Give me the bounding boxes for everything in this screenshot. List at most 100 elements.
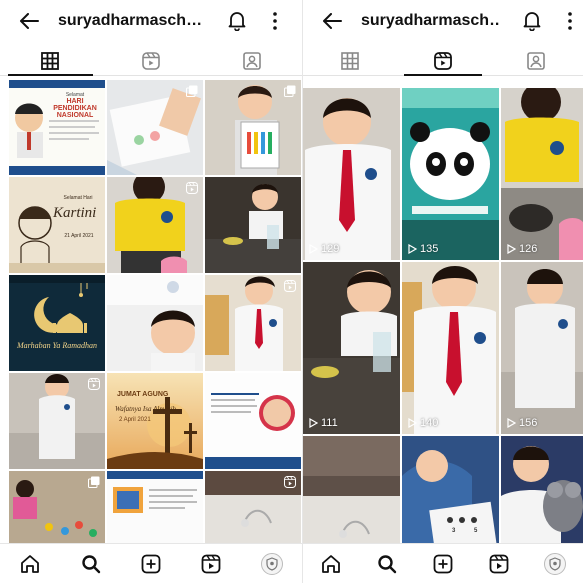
search-icon[interactable] bbox=[80, 553, 102, 575]
back-arrow-icon[interactable] bbox=[18, 10, 40, 32]
grid-icon bbox=[41, 51, 60, 70]
post-child-water[interactable] bbox=[205, 177, 301, 273]
profile-avatar[interactable] bbox=[544, 552, 566, 575]
reels-icon bbox=[434, 51, 452, 70]
tab-tagged[interactable] bbox=[201, 46, 302, 75]
tab-grid[interactable] bbox=[0, 46, 101, 76]
post-child-close[interactable] bbox=[107, 275, 203, 371]
photo-child-water bbox=[205, 177, 301, 273]
worksheet-number: 3 bbox=[452, 528, 456, 534]
post-jumat-agung[interactable]: JUMAT AGUNG Wafatnya Isa Almasih 2 April… bbox=[107, 373, 203, 469]
profile-avatar[interactable] bbox=[260, 552, 283, 575]
post-children-floor[interactable] bbox=[9, 471, 105, 545]
home-icon[interactable] bbox=[19, 553, 41, 575]
reel-thumbnail bbox=[303, 88, 400, 260]
profile-tabs bbox=[303, 46, 583, 76]
play-icon bbox=[309, 418, 318, 428]
reel-thumbnail bbox=[303, 262, 400, 434]
post-child-coloring[interactable] bbox=[205, 80, 301, 175]
photo-child-close bbox=[107, 275, 203, 371]
poster-script: Marhaban Ya Ramadhan bbox=[17, 341, 98, 350]
reel-thumbnail bbox=[303, 436, 400, 556]
add-post-icon[interactable] bbox=[432, 553, 454, 575]
play-icon bbox=[507, 418, 516, 428]
bottom-nav bbox=[0, 543, 302, 583]
post-kartini[interactable]: Selamat Hari Kartini 21 April 2021 bbox=[9, 177, 105, 273]
reel-tile[interactable]: 126 bbox=[501, 88, 583, 260]
profile-panel-posts: suryadharmasch… Selamat HARI PENDIDIKAN … bbox=[0, 0, 302, 583]
reel-badge-icon bbox=[88, 377, 100, 390]
reel-view-count: 135 bbox=[408, 243, 438, 255]
add-post-icon[interactable] bbox=[140, 553, 162, 575]
reel-view-count: 111 bbox=[309, 417, 338, 429]
poster-graphic bbox=[9, 275, 105, 371]
reel-view-count: 140 bbox=[408, 417, 438, 429]
tab-reels[interactable] bbox=[101, 46, 202, 75]
play-icon bbox=[408, 244, 417, 254]
reel-tile[interactable]: 140 bbox=[402, 262, 499, 434]
reel-tile[interactable]: 129 bbox=[303, 88, 400, 260]
poster-graphic bbox=[205, 373, 301, 469]
back-arrow-icon[interactable] bbox=[321, 10, 343, 32]
poster-title: Kartini bbox=[53, 205, 97, 221]
post-school-info[interactable] bbox=[107, 471, 203, 545]
play-icon bbox=[507, 244, 516, 254]
reel-thumbnail bbox=[501, 262, 583, 434]
reel-tile[interactable] bbox=[303, 436, 400, 556]
reel-view-count: 156 bbox=[507, 417, 537, 429]
reel-tile[interactable]: 3 5 bbox=[402, 436, 499, 556]
reel-badge-icon bbox=[284, 279, 296, 292]
school-logo-icon bbox=[266, 556, 278, 571]
multi-photo-icon bbox=[186, 84, 198, 97]
profile-username: suryadharmasch… bbox=[58, 12, 203, 29]
bottom-nav bbox=[303, 543, 583, 583]
play-icon bbox=[408, 418, 417, 428]
top-bar: suryadharmasch… bbox=[0, 0, 302, 42]
search-icon[interactable] bbox=[376, 553, 398, 575]
reel-tile[interactable]: 135 bbox=[402, 88, 499, 260]
reel-thumbnail bbox=[501, 88, 583, 260]
poster-date: 2 April 2021 bbox=[119, 417, 151, 423]
poster-title: JUMAT AGUNG bbox=[117, 391, 169, 398]
poster-title: HARI PENDIDIKAN NASIONAL bbox=[53, 98, 97, 119]
tab-grid[interactable] bbox=[303, 46, 396, 75]
profile-panel-reels: suryadharmasch… 129 135 126 111 140 156 … bbox=[302, 0, 583, 583]
tab-tagged[interactable] bbox=[490, 46, 583, 75]
post-wire-closeup[interactable] bbox=[205, 471, 301, 545]
play-icon bbox=[309, 244, 318, 254]
home-icon[interactable] bbox=[320, 553, 342, 575]
post-uniform-child[interactable] bbox=[205, 275, 301, 371]
reels-icon bbox=[142, 51, 160, 70]
notification-bell-icon[interactable] bbox=[226, 9, 248, 32]
reel-thumbnail bbox=[402, 262, 499, 434]
more-options-icon[interactable] bbox=[567, 11, 573, 31]
post-school-announcement[interactable] bbox=[205, 373, 301, 469]
multi-photo-icon bbox=[88, 475, 100, 488]
profile-tabs bbox=[0, 46, 302, 76]
school-logo-icon bbox=[549, 556, 561, 571]
tagged-icon bbox=[242, 51, 261, 70]
reels-nav-icon[interactable] bbox=[200, 553, 222, 575]
reel-tile[interactable]: 111 bbox=[303, 262, 400, 434]
post-child-drawing[interactable] bbox=[107, 80, 203, 175]
tab-reels[interactable] bbox=[396, 46, 489, 76]
multi-photo-icon bbox=[284, 84, 296, 97]
reel-view-count: 129 bbox=[309, 243, 339, 255]
post-hari-pendidikan[interactable]: Selamat HARI PENDIDIKAN NASIONAL bbox=[9, 80, 105, 175]
poster-date: 21 April 2021 bbox=[64, 233, 94, 239]
worksheet-number: 5 bbox=[474, 528, 478, 534]
tagged-icon bbox=[527, 51, 546, 70]
reel-tile[interactable]: 156 bbox=[501, 262, 583, 434]
reel-tile[interactable] bbox=[501, 436, 583, 556]
reel-thumbnail bbox=[402, 436, 499, 556]
notification-bell-icon[interactable] bbox=[521, 9, 543, 32]
more-options-icon[interactable] bbox=[272, 11, 278, 31]
post-ramadhan[interactable]: Marhaban Ya Ramadhan bbox=[9, 275, 105, 371]
reel-thumbnail bbox=[501, 436, 583, 556]
reels-nav-icon[interactable] bbox=[488, 553, 510, 575]
post-yellow-shirt-child[interactable] bbox=[107, 177, 203, 273]
profile-username: suryadharmasch… bbox=[361, 12, 499, 29]
grid-icon bbox=[340, 51, 359, 70]
top-bar: suryadharmasch… bbox=[303, 0, 583, 42]
post-child-indoor[interactable] bbox=[9, 373, 105, 469]
